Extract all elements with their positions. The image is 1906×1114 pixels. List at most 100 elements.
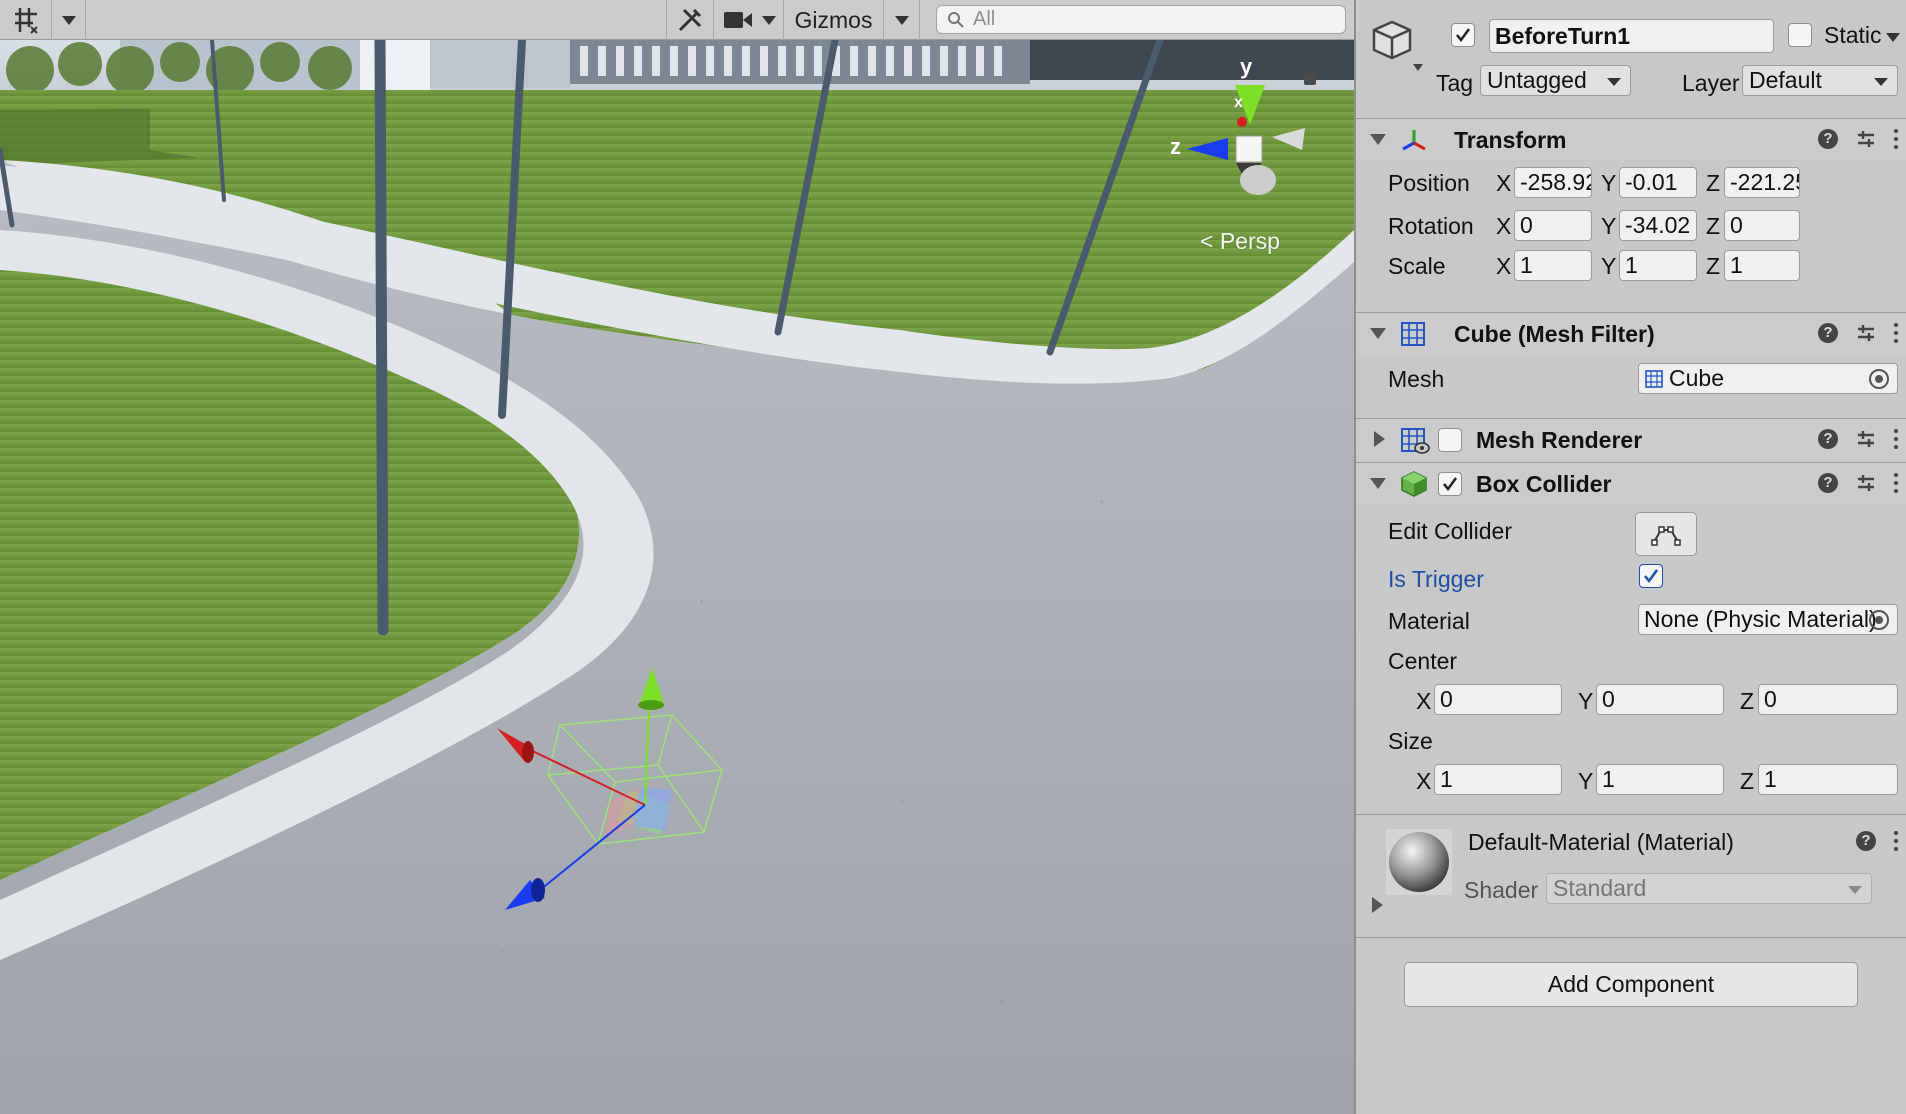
- size-z-label: Z: [1740, 768, 1755, 794]
- foldout-open-icon[interactable]: [1370, 478, 1386, 489]
- mesh-value: Cube: [1669, 365, 1724, 391]
- center-z-field[interactable]: 0: [1758, 684, 1898, 715]
- help-icon[interactable]: ?: [1818, 129, 1838, 149]
- edit-collider-label: Edit Collider: [1388, 518, 1512, 544]
- kebab-menu-icon[interactable]: [1894, 831, 1898, 851]
- material-section[interactable]: Default-Material (Material) ? Shader Sta…: [1356, 814, 1906, 938]
- size-x-field[interactable]: 1: [1434, 764, 1562, 795]
- checkmark-icon: [1443, 477, 1458, 492]
- mesh-label: Mesh: [1388, 366, 1445, 392]
- gameobject-active-checkbox[interactable]: [1451, 23, 1475, 47]
- preset-icon[interactable]: [1856, 323, 1876, 343]
- foldout-closed-icon[interactable]: [1372, 897, 1383, 913]
- size-x-label: X: [1416, 768, 1432, 794]
- object-picker-icon[interactable]: [1869, 610, 1889, 630]
- scale-y-label: Y: [1601, 253, 1617, 279]
- layer-value: Default: [1749, 67, 1822, 93]
- position-z-label: Z: [1706, 170, 1721, 196]
- static-checkbox[interactable]: [1788, 23, 1812, 47]
- center-x-label: X: [1416, 688, 1432, 714]
- box-collider-enabled-checkbox[interactable]: [1438, 472, 1462, 496]
- mesh-object-field[interactable]: Cube: [1638, 363, 1898, 394]
- transform-title: Transform: [1454, 127, 1567, 153]
- box-collider-body: Edit Collider Is Trigger Material None (…: [1356, 504, 1906, 804]
- scale-x-field[interactable]: 1: [1514, 250, 1592, 281]
- grid-snap-button[interactable]: [0, 0, 52, 40]
- help-icon[interactable]: ?: [1818, 473, 1838, 493]
- is-trigger-label: Is Trigger: [1388, 566, 1484, 592]
- camera-icon: [723, 12, 752, 28]
- shader-dropdown[interactable]: Standard: [1546, 873, 1872, 904]
- add-component-button[interactable]: Add Component: [1404, 962, 1858, 1007]
- foldout-open-icon[interactable]: [1370, 328, 1386, 339]
- grid-snap-dropdown[interactable]: [52, 0, 86, 40]
- kebab-menu-icon[interactable]: [1894, 323, 1898, 343]
- scale-x-label: X: [1496, 253, 1512, 279]
- help-icon[interactable]: ?: [1856, 831, 1876, 851]
- scale-y-field[interactable]: 1: [1619, 250, 1697, 281]
- scene-viewport[interactable]: [0, 0, 1354, 1114]
- preset-icon[interactable]: [1856, 129, 1876, 149]
- center-x-field[interactable]: 0: [1434, 684, 1562, 715]
- size-label: Size: [1388, 728, 1433, 754]
- mesh-filter-title: Cube (Mesh Filter): [1454, 321, 1655, 347]
- kebab-menu-icon[interactable]: [1894, 429, 1898, 449]
- rotation-z-field[interactable]: 0: [1724, 210, 1800, 241]
- sphere-material-icon: [1386, 829, 1452, 895]
- scene-search-input[interactable]: All: [936, 5, 1346, 34]
- kebab-menu-icon[interactable]: [1894, 129, 1898, 149]
- is-trigger-checkbox[interactable]: [1639, 564, 1663, 588]
- projection-label: Persp: [1219, 228, 1280, 254]
- center-y-field[interactable]: 0: [1596, 684, 1724, 715]
- gameobject-name-field[interactable]: BeforeTurn1: [1489, 19, 1774, 53]
- tools-icon: [678, 8, 702, 32]
- rotation-x-label: X: [1496, 213, 1512, 239]
- mesh-filter-header[interactable]: Cube (Mesh Filter) ?: [1356, 312, 1906, 354]
- size-z-field[interactable]: 1: [1758, 764, 1898, 795]
- gizmos-dropdown[interactable]: [884, 0, 920, 40]
- mesh-renderer-enabled-checkbox[interactable]: [1438, 428, 1462, 452]
- preset-icon[interactable]: [1856, 473, 1876, 493]
- mesh-renderer-header[interactable]: Mesh Renderer ?: [1356, 418, 1906, 460]
- projection-toggle[interactable]: < Persp: [1200, 228, 1280, 255]
- center-label: Center: [1388, 648, 1458, 674]
- foldout-open-icon[interactable]: [1370, 134, 1386, 145]
- size-y-field[interactable]: 1: [1596, 764, 1724, 795]
- chevron-down-icon: [894, 15, 909, 25]
- mesh-grid-icon: [1645, 370, 1663, 388]
- position-label: Position: [1388, 170, 1470, 196]
- effects-toggle-button[interactable]: [666, 0, 714, 40]
- scale-z-label: Z: [1706, 253, 1721, 279]
- box-collider-header[interactable]: Box Collider ?: [1356, 462, 1906, 504]
- tag-dropdown[interactable]: Untagged: [1480, 65, 1631, 96]
- checkmark-icon: [1644, 569, 1659, 584]
- position-z-field[interactable]: -221.25: [1724, 167, 1800, 198]
- layer-dropdown[interactable]: Default: [1742, 65, 1898, 96]
- position-x-field[interactable]: -258.92: [1514, 167, 1592, 198]
- material-object-field[interactable]: None (Physic Material): [1638, 604, 1898, 635]
- kebab-menu-icon[interactable]: [1894, 473, 1898, 493]
- chevron-down-icon: [1607, 78, 1621, 86]
- scale-z-field[interactable]: 1: [1724, 250, 1800, 281]
- rotation-x-field[interactable]: 0: [1514, 210, 1592, 241]
- help-icon[interactable]: ?: [1818, 323, 1838, 343]
- static-chevron-down-icon[interactable]: [1886, 33, 1900, 42]
- transform-header[interactable]: Transform ?: [1356, 118, 1906, 160]
- edit-collider-button[interactable]: [1635, 512, 1697, 556]
- preset-icon[interactable]: [1856, 429, 1876, 449]
- camera-settings-button[interactable]: [714, 0, 784, 40]
- object-picker-icon[interactable]: [1869, 369, 1889, 389]
- inspector-panel: BeforeTurn1 Static Tag Untagged Layer De…: [1354, 0, 1906, 1114]
- scene-view[interactable]: y x z < Persp Gizmos All: [0, 0, 1354, 1114]
- gizmos-label: Gizmos: [794, 6, 873, 33]
- gizmos-button[interactable]: Gizmos: [784, 0, 884, 40]
- help-icon[interactable]: ?: [1818, 429, 1838, 449]
- foldout-closed-icon[interactable]: [1374, 431, 1385, 447]
- material-value: None (Physic Material): [1644, 606, 1877, 632]
- tag-value: Untagged: [1487, 67, 1587, 93]
- scene-toolbar: Gizmos All: [0, 0, 1354, 40]
- center-y-label: Y: [1578, 688, 1594, 714]
- position-y-field[interactable]: -0.01: [1619, 167, 1697, 198]
- shader-label: Shader: [1464, 877, 1539, 903]
- rotation-y-field[interactable]: -34.02: [1619, 210, 1697, 241]
